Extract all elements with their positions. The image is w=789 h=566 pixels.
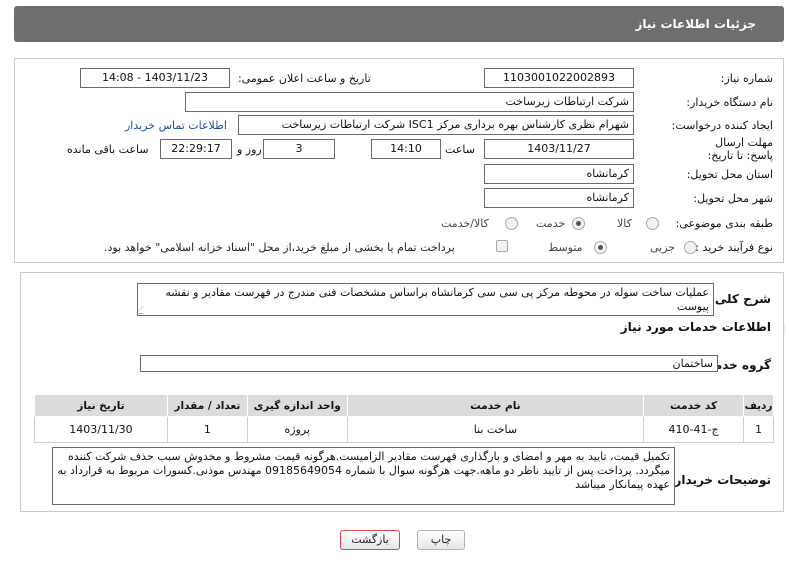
deadline-date-field: 1403/11/27 [484, 139, 634, 159]
col-quantity: تعداد / مقدار [166, 394, 248, 417]
creator-label: ایجاد کننده درخواست: [671, 119, 773, 132]
city-label: شهر محل تحویل: [693, 192, 773, 205]
service-group-field: ساختمان [140, 355, 718, 372]
cell-service-name: ساخت بنا [346, 416, 645, 443]
col-row: ردیف [743, 394, 774, 417]
days-label: روز و [237, 143, 262, 156]
buyer-notes-label: توضیحات خریدار: [669, 473, 771, 487]
announce-datetime-field: 1403/11/23 - 14:08 [80, 68, 230, 88]
category-radio-goods-service[interactable] [505, 217, 518, 230]
process-radio-minor[interactable] [684, 241, 697, 254]
print-button[interactable]: چاپ [417, 530, 465, 550]
description-text: عملیات ساخت سوله در محوطه مرکز پی سی سی … [165, 286, 709, 313]
cell-quantity: 1 [166, 416, 248, 443]
deadline-time-label: ساعت [445, 143, 475, 156]
category-option-service: خدمت [536, 217, 566, 230]
category-radio-service[interactable] [572, 217, 585, 230]
buyer-contact-link[interactable]: اطلاعات تماس خریدار [125, 119, 227, 132]
remaining-time-field: 22:29:17 [160, 139, 232, 159]
need-number-label: شماره نیاز: [720, 72, 773, 85]
col-service-code: کد خدمت [643, 394, 745, 417]
col-unit: واحد اندازه گیری [246, 394, 348, 417]
description-textarea[interactable]: عملیات ساخت سوله در محوطه مرکز پی سی سی … [137, 283, 714, 316]
back-button[interactable]: بازگشت [340, 530, 400, 550]
need-number-field: 1103001022002893 [484, 68, 634, 88]
deadline-time-field: 14:10 [371, 139, 441, 159]
category-label: طبقه بندی موضوعی: [675, 217, 773, 230]
process-option-minor: جزیی [650, 241, 676, 254]
services-section-title: اطلاعات خدمات مورد نیاز [620, 320, 771, 334]
treasury-note: پرداخت تمام یا بخشی از مبلغ خرید،از محل … [104, 241, 455, 254]
page-title: جزئیات اطلاعات نیاز [14, 6, 784, 42]
category-option-goods: کالا [617, 217, 632, 230]
treasury-checkbox[interactable] [496, 240, 508, 252]
buyer-org-label: نام دستگاه خریدار: [686, 96, 773, 109]
process-option-medium: متوسط [548, 241, 583, 254]
province-label: استان محل تحویل: [686, 168, 773, 181]
announce-label: تاریخ و ساعت اعلان عمومی: [238, 72, 371, 85]
cell-unit: پروژه [246, 416, 348, 443]
category-option-goods-service: کالا/خدمت [441, 217, 489, 230]
province-field: کرمانشاه [484, 164, 634, 184]
col-need-date: تاریخ نیاز [34, 394, 168, 417]
services-table-header: ردیف کد خدمت نام خدمت واحد اندازه گیری ت… [34, 394, 774, 417]
buyer-org-field: شرکت ارتباطات زیرساخت [185, 92, 634, 112]
process-label: نوع فرآیند خرید : [695, 241, 773, 254]
buyer-notes-textarea[interactable]: تکمیل قیمت، تایید به مهر و امضای و بارگذ… [52, 447, 675, 505]
cell-row: 1 [743, 416, 774, 443]
table-row: 1 ج-41-410 ساخت بنا پروژه 1 1403/11/30 [34, 416, 774, 443]
creator-field: شهرام نظری کارشناس بهره برداری مرکز ISC1… [238, 115, 634, 135]
col-service-name: نام خدمت [346, 394, 645, 417]
buyer-notes-text: تکمیل قیمت، تایید به مهر و امضای و بارگذ… [57, 450, 670, 491]
remaining-time-label: ساعت باقی مانده [67, 143, 149, 156]
city-field: کرمانشاه [484, 188, 634, 208]
cell-service-code: ج-41-410 [643, 416, 745, 443]
days-remaining-field: 3 [263, 139, 335, 159]
need-info-panel [14, 58, 784, 263]
resize-grip-icon[interactable] [138, 306, 151, 314]
category-radio-goods[interactable] [646, 217, 659, 230]
services-table: ردیف کد خدمت نام خدمت واحد اندازه گیری ت… [34, 394, 774, 443]
process-radio-medium[interactable] [594, 241, 607, 254]
cell-need-date: 1403/11/30 [34, 416, 168, 443]
deadline-label: مهلت ارسال پاسخ: تا تاریخ: [707, 136, 773, 162]
